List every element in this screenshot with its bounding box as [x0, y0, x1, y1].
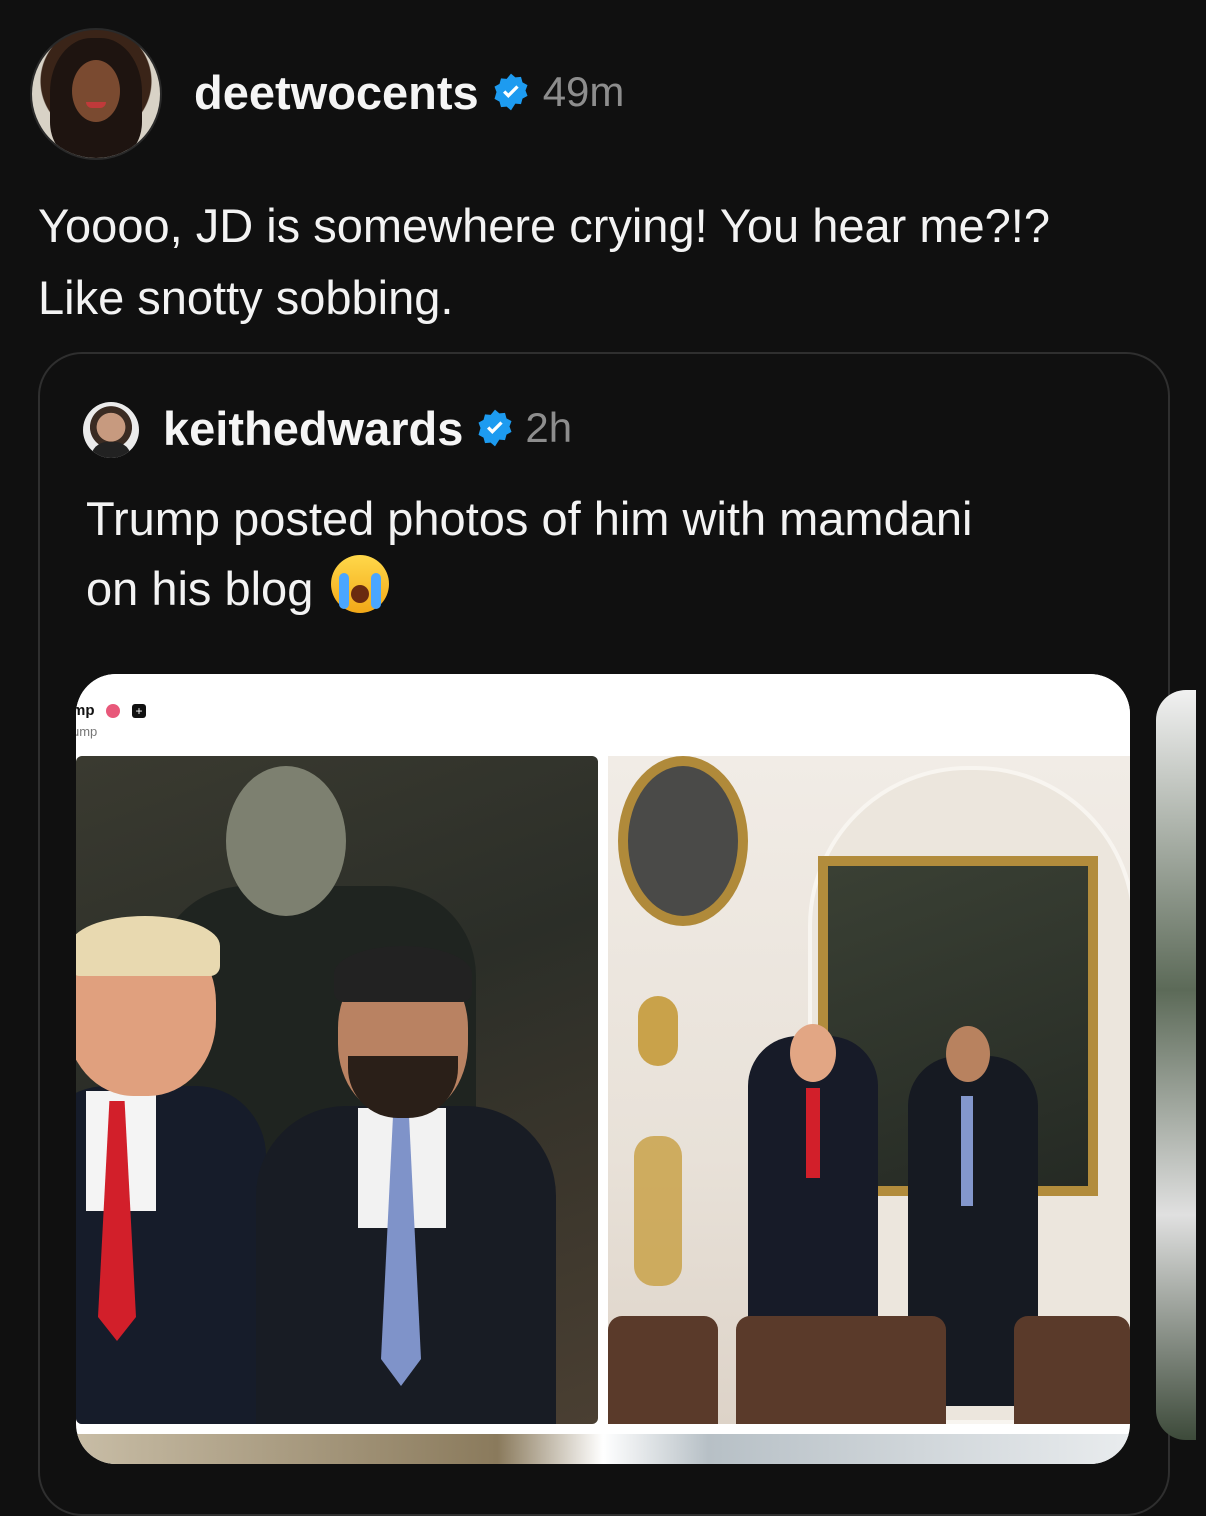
gold-ornament — [634, 1136, 682, 1286]
avatar-smile — [86, 102, 106, 108]
quoted-author-username[interactable]: keithedwards — [163, 401, 463, 456]
quoted-text-line-2: on his blog — [86, 562, 314, 615]
verified-badge-icon — [494, 73, 528, 111]
embedded-handle: ump — [76, 724, 98, 739]
photo-left — [76, 756, 598, 1424]
person-right-blue-tie — [961, 1096, 973, 1206]
quoted-text-line: on his blog — [86, 554, 1126, 624]
verified-badge-icon — [478, 409, 512, 447]
quoted-author-avatar[interactable] — [83, 402, 139, 458]
author-avatar[interactable] — [30, 28, 162, 160]
leather-chair — [1014, 1316, 1130, 1424]
quoted-post-image[interactable]: mp + ump — [76, 674, 1130, 1464]
gold-mirror — [618, 756, 748, 926]
post-timestamp: 49m — [542, 68, 625, 115]
post-text-line: Like snotty sobbing. — [38, 271, 454, 324]
person-left-head — [790, 1024, 836, 1082]
leather-chair — [736, 1316, 946, 1424]
embedded-verified-icon — [106, 704, 120, 718]
quoted-text-line: Trump posted photos of him with mamdani — [86, 492, 973, 545]
person-right-hair — [334, 946, 472, 1002]
wall-sconce — [638, 996, 678, 1066]
painting-head — [226, 766, 346, 916]
quoted-post-header: keithedwards 2h — [163, 398, 572, 458]
leather-chair — [608, 1316, 718, 1424]
person-left-hair — [76, 916, 220, 976]
photo-right — [608, 756, 1130, 1424]
image-embedded-header: mp + ump — [76, 674, 1130, 756]
embedded-username: mp — [76, 702, 95, 719]
avatar-shirt — [91, 442, 131, 458]
post-text: Yoooo, JD is somewhere crying! You hear … — [38, 190, 1168, 334]
avatar-face — [72, 60, 120, 122]
person-right-head — [946, 1026, 990, 1082]
embedded-plus-icon: + — [132, 704, 146, 718]
loudly-crying-face-icon — [331, 555, 390, 613]
quoted-post-timestamp: 2h — [525, 404, 573, 451]
post-header: deetwocents 49m — [194, 62, 624, 122]
next-image-preview[interactable] — [1156, 690, 1196, 1440]
quoted-post-text: Trump posted photos of him with mamdani … — [86, 484, 1126, 624]
next-photo-row-preview — [76, 1434, 1130, 1464]
post-text-line: Yoooo, JD is somewhere crying! You hear … — [38, 199, 1050, 252]
person-left-red-tie — [806, 1088, 820, 1178]
author-username[interactable]: deetwocents — [194, 65, 479, 120]
